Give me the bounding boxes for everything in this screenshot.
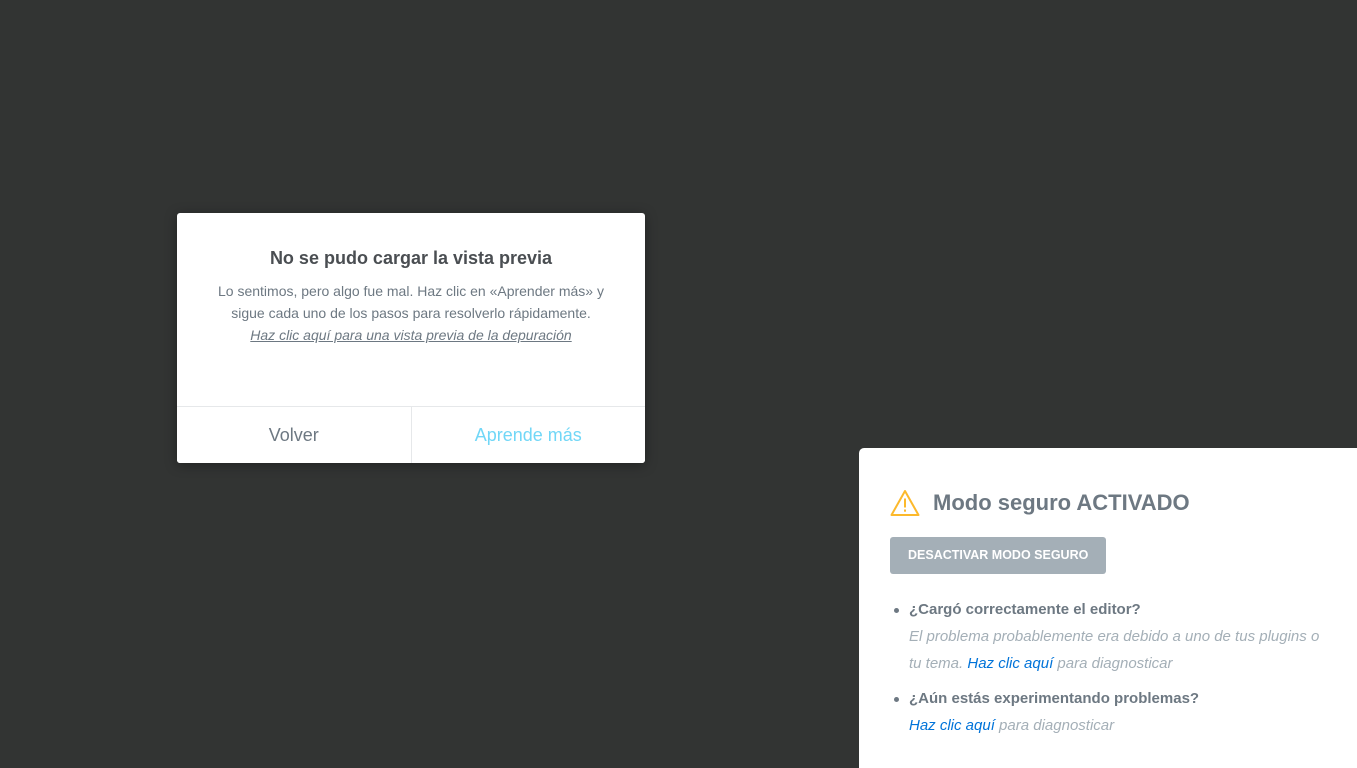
learn-more-button[interactable]: Aprende más (411, 407, 645, 463)
safe-mode-panel: Modo seguro ACTIVADO DESACTIVAR MODO SEG… (859, 448, 1357, 768)
tip-suffix: para diagnosticar (1057, 655, 1173, 672)
list-item: ¿Aún estás experimentando problemas? Haz… (894, 689, 1327, 739)
disable-safe-mode-button[interactable]: DESACTIVAR MODO SEGURO (890, 537, 1107, 574)
back-button[interactable]: Volver (177, 407, 412, 463)
safe-mode-header: Modo seguro ACTIVADO (890, 488, 1327, 518)
diagnose-link[interactable]: Haz clic aquí (967, 655, 1053, 672)
dialog-message: Lo sentimos, pero algo fue mal. Haz clic… (217, 280, 605, 346)
preview-error-dialog: No se pudo cargar la vista previa Lo sen… (177, 213, 645, 463)
warning-icon (890, 489, 920, 517)
safe-mode-tips: ¿Cargó correctamente el editor? El probl… (890, 600, 1327, 739)
tip-question: ¿Aún estás experimentando problemas? (909, 690, 1200, 707)
dialog-body: No se pudo cargar la vista previa Lo sen… (177, 213, 645, 406)
dialog-title: No se pudo cargar la vista previa (269, 248, 553, 268)
dialog-buttons: Volver Aprende más (177, 406, 645, 463)
list-item: ¿Cargó correctamente el editor? El probl… (894, 600, 1327, 677)
dialog-message-text: Lo sentimos, pero algo fue mal. Haz clic… (218, 283, 604, 321)
safe-mode-title: Modo seguro ACTIVADO (933, 490, 1190, 515)
diagnose-link[interactable]: Haz clic aquí (909, 717, 995, 734)
debug-preview-link[interactable]: Haz clic aquí para una vista previa de l… (217, 324, 605, 346)
tip-suffix: para diagnosticar (999, 717, 1115, 734)
tip-answer: El problema probablemente era debido a u… (909, 623, 1327, 677)
tip-question: ¿Cargó correctamente el editor? (909, 601, 1141, 618)
tip-answer: Haz clic aquí para diagnosticar (909, 712, 1327, 739)
